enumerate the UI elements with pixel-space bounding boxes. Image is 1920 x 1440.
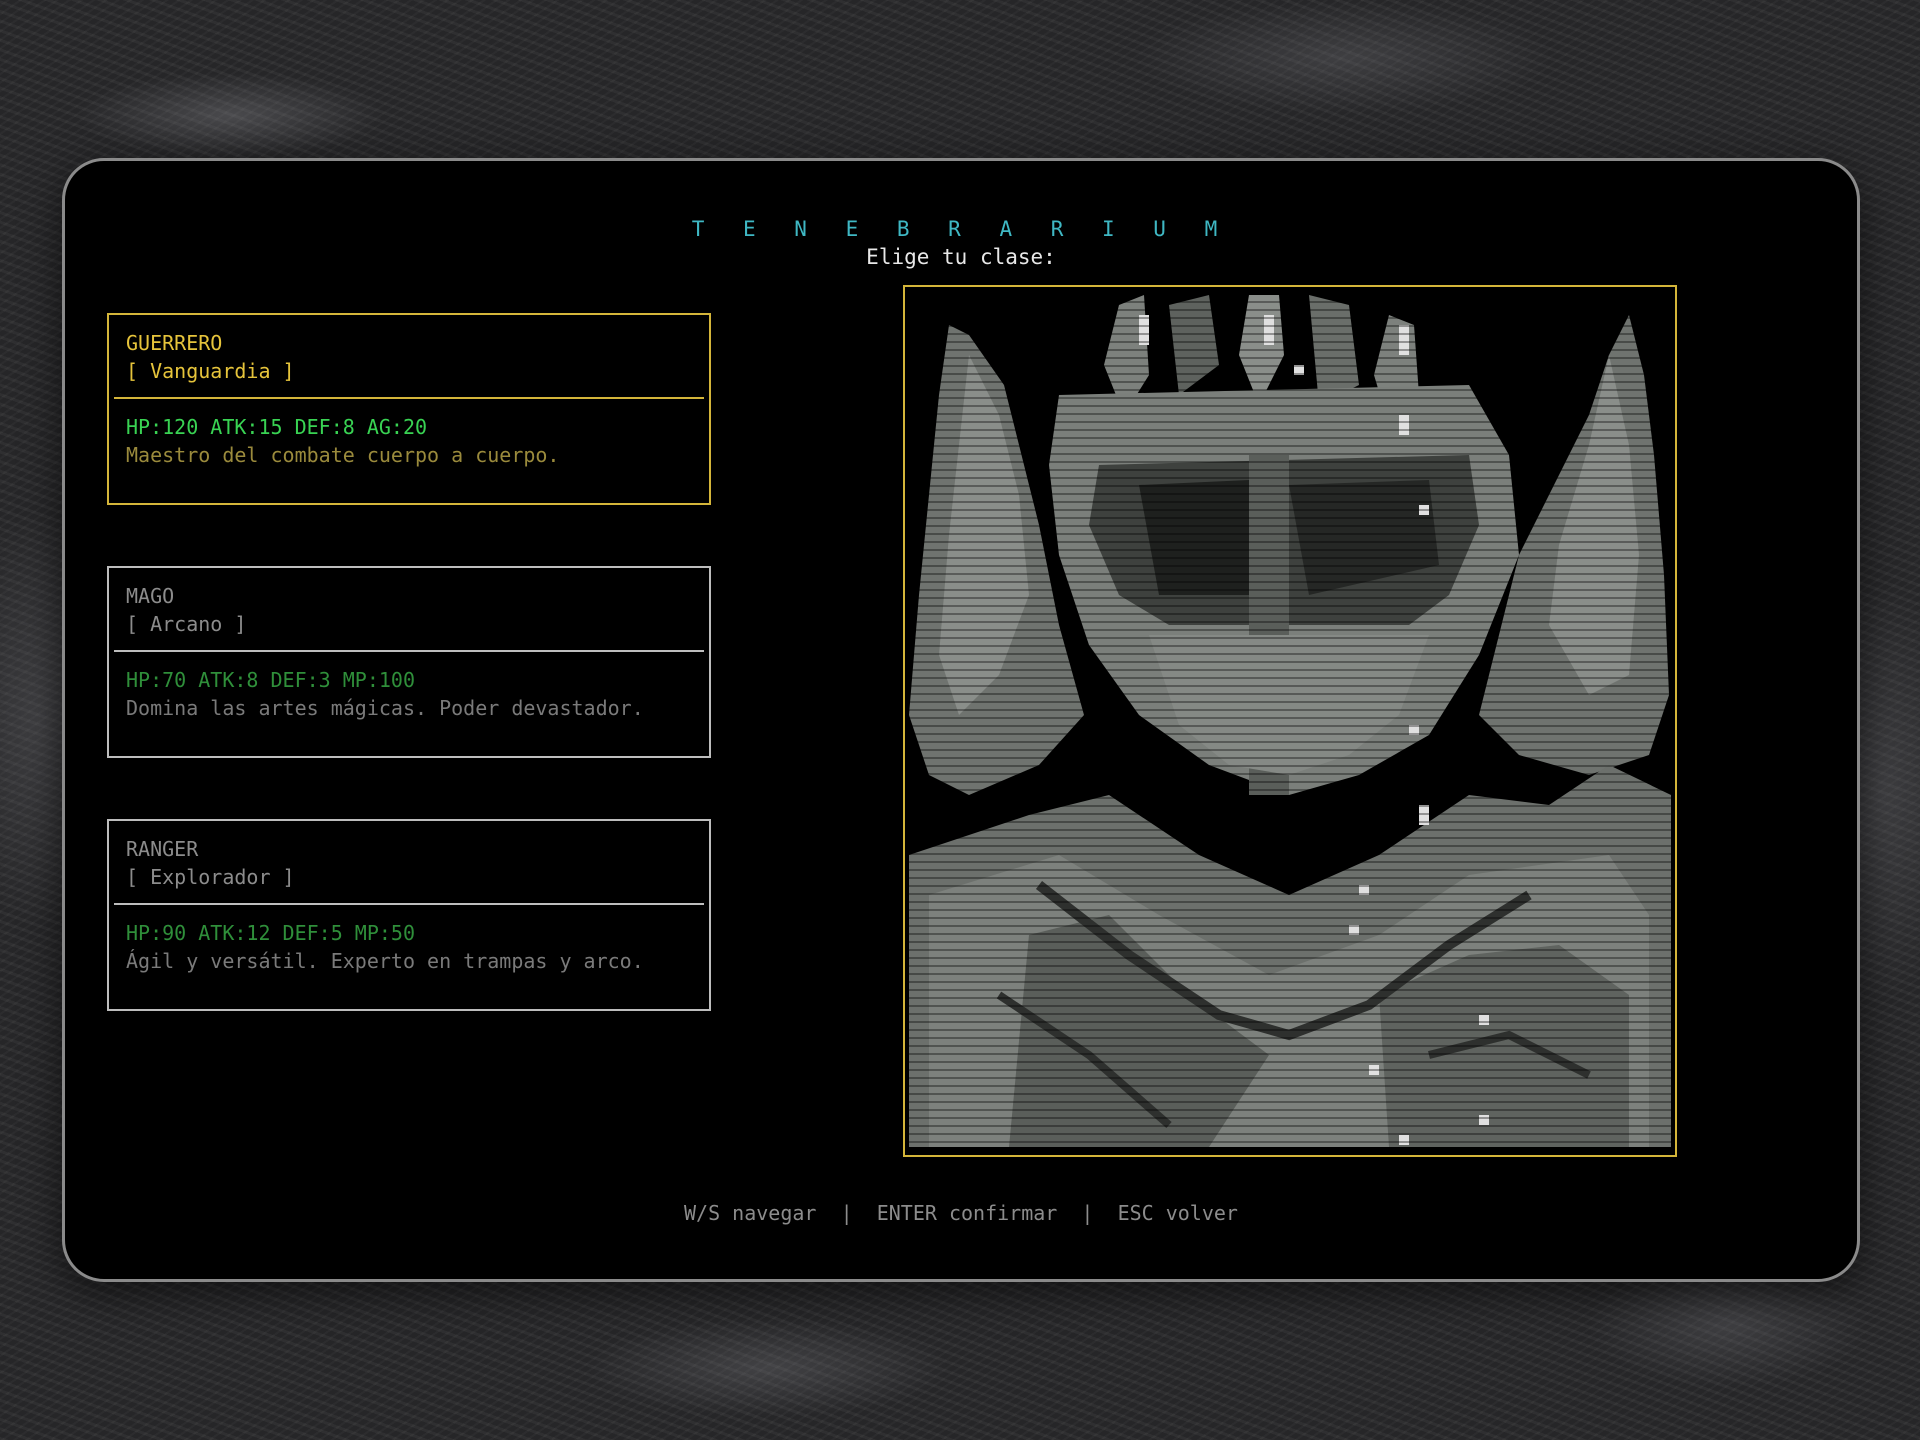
class-name: MAGO — [126, 584, 175, 608]
class-name: GUERRERO — [126, 331, 223, 355]
hint-separator: | — [840, 1201, 853, 1225]
class-description: Domina las artes mágicas. Poder devastad… — [126, 696, 644, 720]
class-role: [ Explorador ] — [126, 865, 295, 889]
class-portrait-frame — [903, 285, 1677, 1157]
hint-separator: | — [1081, 1201, 1094, 1225]
class-description: Maestro del combate cuerpo a cuerpo. — [126, 443, 560, 467]
class-stats: HP:90 ATK:12 DEF:5 MP:50 — [126, 921, 415, 945]
class-description: Ágil y versátil. Experto en trampas y ar… — [126, 949, 644, 973]
hint-confirm: ENTER confirmar — [876, 1201, 1058, 1225]
card-divider — [114, 397, 704, 399]
armored-knight-portrait-icon — [909, 295, 1671, 1147]
class-prompt: Elige tu clase: — [866, 245, 1056, 269]
card-divider — [114, 903, 704, 905]
class-role: [ Arcano ] — [126, 612, 247, 636]
controls-hint: W/S navegar | ENTER confirmar | ESC volv… — [65, 1201, 1857, 1225]
game-title: T E N E B R A R I U M — [691, 217, 1231, 241]
game-window: T E N E B R A R I U M Elige tu clase: GU… — [62, 158, 1860, 1282]
class-card-ranger[interactable]: RANGER [ Explorador ] HP:90 ATK:12 DEF:5… — [107, 819, 711, 1011]
class-role: [ Vanguardia ] — [126, 359, 295, 383]
class-stats: HP:70 ATK:8 DEF:3 MP:100 — [126, 668, 415, 692]
class-name: RANGER — [126, 837, 199, 861]
class-card-guerrero[interactable]: GUERRERO [ Vanguardia ] HP:120 ATK:15 DE… — [107, 313, 711, 505]
hint-navigate: W/S navegar — [684, 1201, 817, 1225]
class-card-mago[interactable]: MAGO [ Arcano ] HP:70 ATK:8 DEF:3 MP:100… — [107, 566, 711, 758]
class-stats: HP:120 ATK:15 DEF:8 AG:20 — [126, 415, 428, 439]
hint-back: ESC volver — [1117, 1201, 1238, 1225]
card-divider — [114, 650, 704, 652]
